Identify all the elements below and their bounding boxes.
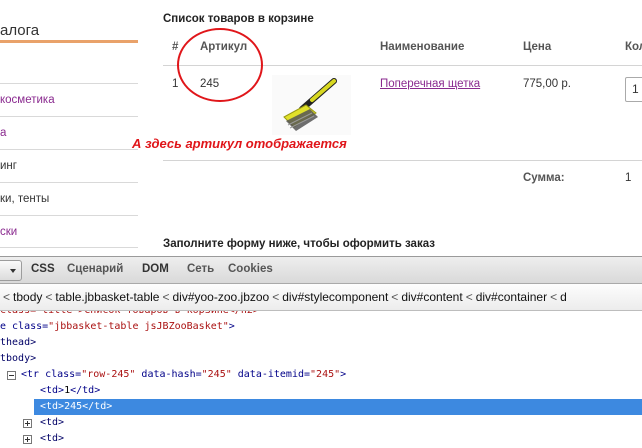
breadcrumb-container[interactable]: div#container (476, 290, 547, 304)
selected-node-row[interactable]: <td>245</td> (34, 399, 642, 415)
html-tree: class="title">Список товаров в корзине</… (0, 311, 642, 448)
panel-menu-button[interactable] (0, 260, 22, 281)
sidebar-item-5[interactable]: ски (0, 215, 138, 248)
annotation-text: А здесь артикул отображается (132, 136, 347, 151)
product-name-link[interactable]: Поперечная щетка (380, 78, 480, 90)
element-breadcrumb: < tbody < table.jbbasket-table < div#yoo-zoo.… (0, 284, 642, 311)
row-divider (163, 160, 642, 161)
product-image[interactable] (272, 75, 351, 135)
collapse-toggle-icon[interactable] (7, 371, 16, 380)
code-line-td-4[interactable]: <td> (40, 431, 64, 447)
code-line-tr[interactable]: <tr class="row-245" data-hash="245" data… (21, 367, 346, 383)
breadcrumb-yoo-zoo[interactable]: div#yoo-zoo.jbzoo (172, 290, 269, 304)
web-page: алога косметика а инг ки, тенты ски Спис… (0, 0, 642, 256)
sidebar-item-tents[interactable]: ки, тенты (0, 182, 138, 215)
code-line-tbody[interactable]: tbody> (0, 351, 36, 367)
code-line-thead[interactable]: thead> (0, 335, 36, 351)
dropdown-arrow-icon (10, 269, 16, 273)
tab-css[interactable]: CSS (31, 263, 55, 275)
sidebar-item-cosmetics[interactable]: косметика (0, 83, 138, 116)
firebug-panel: CSS Сценарий DOM Сеть Cookies < tbody < tab… (0, 256, 642, 448)
breadcrumb-tbody[interactable]: tbody (13, 290, 42, 304)
breadcrumb-separator: < (272, 290, 280, 304)
breadcrumb-separator: < (391, 290, 399, 304)
expand-toggle-icon[interactable] (23, 435, 32, 444)
breadcrumb-separator: < (465, 290, 473, 304)
expand-toggle-icon[interactable] (23, 419, 32, 428)
breadcrumb-separator: < (45, 290, 53, 304)
order-form-title: Заполните форму ниже, чтобы оформить зак… (163, 238, 435, 250)
tab-script[interactable]: Сценарий (67, 263, 123, 275)
breadcrumb-content[interactable]: div#content (401, 290, 462, 304)
brush-picture-icon (283, 78, 337, 131)
sidebar-title-underline (0, 40, 138, 43)
row-price: 775,00 р. (523, 78, 571, 90)
catalog-sidebar: алога косметика а инг ки, тенты ски (0, 0, 138, 256)
sidebar-title: алога (0, 22, 40, 39)
breadcrumb-separator: < (3, 290, 11, 304)
cart-section: Список товаров в корзине # Артикул Наиме… (132, 0, 642, 256)
code-line-td-245: <td>245</td> (40, 401, 113, 412)
col-header-num: # (172, 41, 179, 53)
tab-dom[interactable]: DOM (142, 263, 169, 275)
code-line-td-1[interactable]: <td>1</td> (40, 383, 100, 399)
annotation-circle (177, 28, 263, 102)
sum-label: Сумма: (523, 172, 565, 184)
quantity-input[interactable]: 1 (625, 77, 642, 102)
breadcrumb-separator: < (550, 290, 558, 304)
col-header-qty: Кол (625, 41, 642, 53)
code-line-table[interactable]: e class="jbbasket-table jsJBZooBasket"> (0, 319, 235, 335)
breadcrumb-more[interactable]: d (560, 290, 567, 304)
code-line-h2[interactable]: class="title">Список товаров в корзине</… (0, 311, 259, 319)
col-header-price: Цена (523, 41, 552, 53)
tab-net[interactable]: Сеть (187, 263, 214, 275)
tab-cookies[interactable]: Cookies (228, 263, 273, 275)
sum-value: 1 (625, 172, 632, 184)
breadcrumb-table[interactable]: table.jbbasket-table (55, 290, 159, 304)
code-line-td-3[interactable]: <td> (40, 415, 64, 431)
sidebar-item-2[interactable]: а (0, 116, 138, 149)
sidebar-item-3[interactable]: инг (0, 149, 138, 182)
breadcrumb-separator: < (162, 290, 170, 304)
cart-title: Список товаров в корзине (163, 13, 314, 25)
row-number: 1 (172, 78, 179, 90)
devtools-toolbar: CSS Сценарий DOM Сеть Cookies (0, 257, 642, 284)
breadcrumb-stylecomponent[interactable]: div#stylecomponent (282, 290, 388, 304)
col-header-name: Наименование (380, 41, 465, 53)
